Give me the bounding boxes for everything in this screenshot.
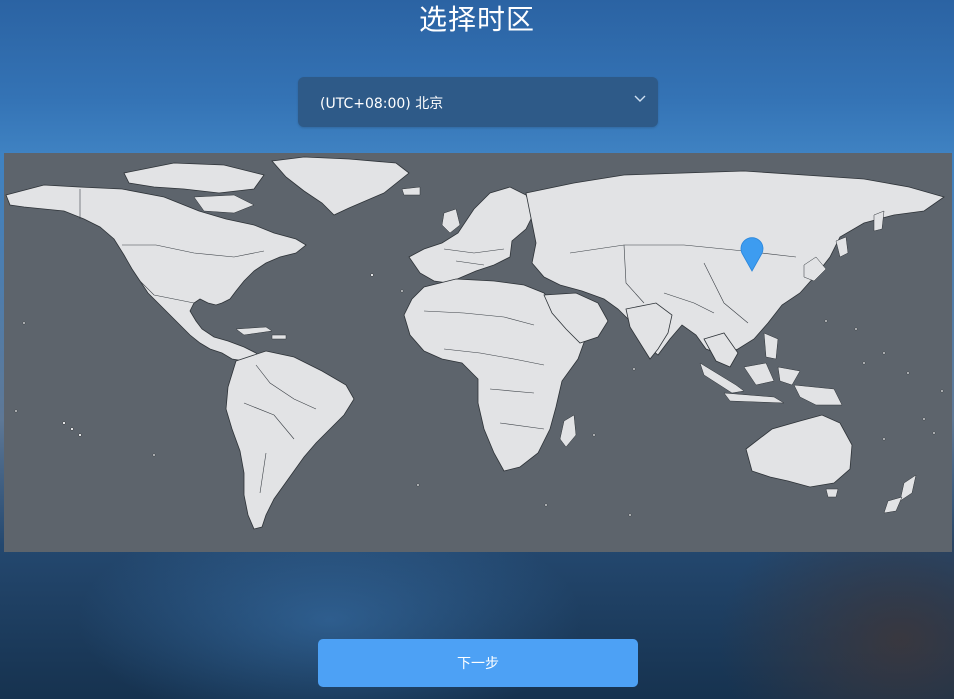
landmass-india xyxy=(625,302,673,360)
timezone-select-value: (UTC+08:00) 北京 xyxy=(320,96,444,112)
landmass-greenland xyxy=(271,156,410,216)
landmass-arctic-islands xyxy=(123,162,265,194)
world-map[interactable] xyxy=(4,153,952,552)
landmass-europe xyxy=(408,186,535,284)
chevron-down-icon xyxy=(634,95,646,102)
page-title: 选择时区 xyxy=(418,3,535,36)
timezone-select[interactable]: (UTC+08:00) 北京 xyxy=(298,77,658,127)
landmass-north-america xyxy=(5,184,307,366)
next-button[interactable]: 下一步 xyxy=(318,639,638,687)
landmass-australia xyxy=(745,414,853,488)
landmass-south-america xyxy=(225,350,355,530)
